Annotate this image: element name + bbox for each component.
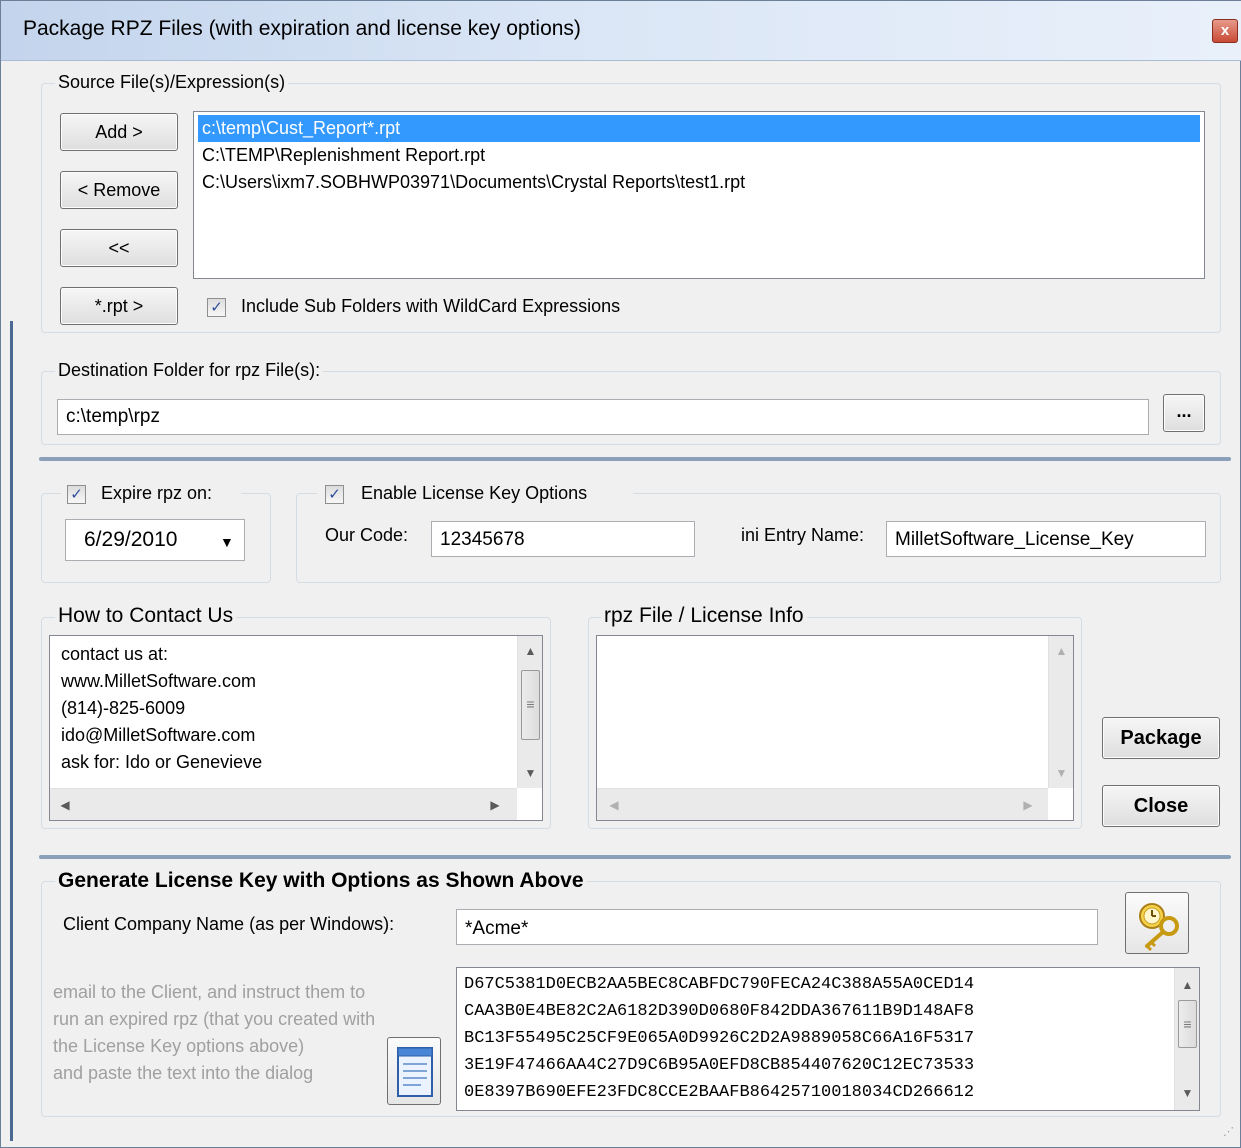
package-button[interactable]: Package [1102,717,1220,759]
clear-all-button[interactable]: << [60,229,178,267]
title-bar: Package RPZ Files (with expiration and l… [1,1,1241,61]
include-subfolders-checkbox[interactable]: ✓ [207,298,226,317]
source-file-list[interactable]: c:\temp\Cust_Report*.rpt C:\TEMP\Repleni… [193,111,1205,279]
hint-line: the License Key options above) [53,1036,305,1056]
key-line: BC13F55495C25CF9E065A0D9926C2D2A9889058C… [464,1029,975,1048]
destination-folder-input[interactable]: c:\temp\rpz [57,399,1149,435]
license-key-textarea[interactable]: D67C5381D0ECB2AA5BEC8CABFDC790FECA24C388… [456,967,1200,1111]
generate-group-label: Generate License Key with Options as Sho… [55,869,587,893]
grip-icon: ≡ [1183,1016,1192,1032]
add-rpt-button[interactable]: *.rpt > [60,287,178,325]
close-button[interactable]: Close [1102,785,1220,827]
dropdown-arrow-icon[interactable]: ▼ [220,522,234,562]
hint-line: and paste the text into the dialog [53,1063,314,1083]
contact-line: ask for: Ido or Genevieve [61,752,263,772]
contact-line: contact us at: [61,644,169,664]
window-title: Package RPZ Files (with expiration and l… [23,17,581,40]
clear-all-button-label: << [108,238,130,258]
close-button-label: Close [1133,795,1189,817]
remove-button-label: < Remove [77,180,161,200]
hint-line: email to the Client, and instruct them t… [53,982,366,1002]
key-vertical-scrollbar[interactable]: ▲ ≡ ▼ [1174,968,1199,1110]
ini-entry-label: ini Entry Name: [741,525,865,545]
add-button-label: Add > [95,122,143,142]
key-line: 3E19F47466AA4C27D9C6B95A0EFD8CB854407620… [464,1056,975,1075]
rpz-info-textarea[interactable]: ▲ ▼ ◀ ▶ [596,635,1074,821]
browse-folder-label: ... [1176,401,1192,421]
scroll-up-icon[interactable]: ▲ [1175,978,1200,992]
scroll-up-icon[interactable]: ▲ [1049,644,1074,658]
grip-icon: ≡ [526,696,535,712]
scroll-down-icon[interactable]: ▼ [1049,766,1074,780]
contact-line: www.MilletSoftware.com [61,671,257,691]
list-item[interactable]: C:\Users\ixm7.SOBHWP03971\Documents\Crys… [198,169,1200,196]
contact-group-label: How to Contact Us [55,604,237,628]
scroll-left-icon[interactable]: ◀ [607,798,621,812]
window-close-button[interactable]: x [1212,19,1238,43]
client-company-input[interactable]: *Acme* [456,909,1098,945]
client-company-label: Client Company Name (as per Windows): [63,914,395,934]
key-line: D67C5381D0ECB2AA5BEC8CABFDC790FECA24C388… [464,975,975,994]
section-separator [39,855,1231,859]
hint-line: run an expired rpz (that you created wit… [53,1009,376,1029]
browse-folder-button[interactable]: ... [1163,394,1205,432]
scroll-down-icon[interactable]: ▼ [518,766,543,780]
check-icon: ✓ [70,486,83,503]
add-rpt-button-label: *.rpt > [94,296,144,316]
rpz-info-group-label: rpz File / License Info [601,604,807,628]
remove-button[interactable]: < Remove [60,171,178,209]
expire-date-picker[interactable]: 6/29/2010 ▼ [65,519,245,561]
key-line: 0E8397B690EFE23FDC8CCE2BAAFB864257100180… [464,1083,975,1102]
section-separator [39,457,1231,461]
scroll-right-icon[interactable]: ▶ [1021,798,1035,812]
contact-vertical-scrollbar[interactable]: ▲ ≡ ▼ [517,636,542,788]
check-icon: ✓ [328,486,341,503]
expire-date-value: 6/29/2010 [84,528,178,551]
expire-label: Expire rpz on: [101,483,213,503]
notepad-icon [397,1047,433,1097]
contact-line: ido@MilletSoftware.com [61,725,256,745]
list-item[interactable]: C:\TEMP\Replenishment Report.rpt [198,142,1200,169]
package-button-label: Package [1120,727,1202,749]
paste-key-button[interactable] [387,1037,441,1105]
source-group-label: Source File(s)/Expression(s) [55,72,289,93]
scroll-left-icon[interactable]: ◀ [58,798,72,812]
rpz-info-vertical-scrollbar[interactable]: ▲ ▼ [1048,636,1073,788]
license-options-checkbox[interactable]: ✓ [325,485,344,504]
add-button[interactable]: Add > [60,113,178,151]
list-item[interactable]: c:\temp\Cust_Report*.rpt [198,115,1200,142]
check-icon: ✓ [210,299,223,316]
scroll-up-icon[interactable]: ▲ [518,644,543,658]
dialog-window: Package RPZ Files (with expiration and l… [0,0,1241,1148]
scroll-thumb[interactable]: ≡ [521,670,540,740]
scroll-right-icon[interactable]: ▶ [488,798,502,812]
ini-entry-input[interactable]: MilletSoftware_License_Key [886,521,1206,557]
destination-group-label: Destination Folder for rpz File(s): [55,360,324,381]
include-subfolders-label: Include Sub Folders with WildCard Expres… [241,296,621,316]
contact-horizontal-scrollbar[interactable]: ◀ ▶ [50,788,517,820]
key-line: CAA3B0E4BE82C2A6182D390D0680F842DDA36761… [464,1002,975,1021]
our-code-input[interactable]: 12345678 [431,521,695,557]
rpz-info-horizontal-scrollbar[interactable]: ◀ ▶ [597,788,1048,820]
side-accent-bar [10,321,13,1141]
scroll-thumb[interactable]: ≡ [1178,1000,1197,1048]
contact-line: (814)-825-6009 [61,698,186,718]
scroll-down-icon[interactable]: ▼ [1175,1086,1200,1100]
our-code-label: Our Code: [325,525,409,545]
contact-textarea[interactable]: contact us at: www.MilletSoftware.com (8… [49,635,543,821]
resize-grip-icon[interactable]: ⋰ [1223,1125,1237,1139]
clock-key-icon [1139,903,1179,952]
generate-key-button[interactable] [1125,892,1189,954]
close-icon: x [1220,22,1230,39]
license-options-label: Enable License Key Options [361,483,588,503]
expire-checkbox[interactable]: ✓ [67,485,86,504]
